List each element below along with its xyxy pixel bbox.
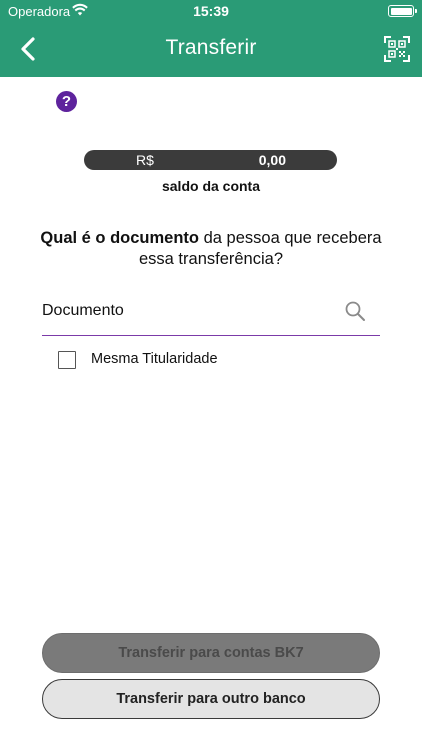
question-bold: Qual é o documento xyxy=(40,229,200,247)
status-time: 15:39 xyxy=(193,3,229,19)
qr-code-icon[interactable] xyxy=(384,36,410,62)
same-owner-label: Mesma Titularidade xyxy=(91,351,218,367)
battery-icon xyxy=(388,5,417,17)
document-input[interactable] xyxy=(42,296,332,326)
transfer-other-bank-button[interactable]: Transferir para outro banco xyxy=(42,679,380,719)
search-icon[interactable] xyxy=(344,300,366,322)
header: Operadora 15:39 Transferir xyxy=(0,0,422,77)
document-field xyxy=(42,296,380,336)
balance-bar: R$ 0,00 xyxy=(84,150,337,170)
balance-label: saldo da conta xyxy=(161,178,261,194)
battery-level xyxy=(390,7,412,15)
help-icon[interactable]: ? xyxy=(56,91,77,112)
transfer-screen: Operadora 15:39 Transferir ? R$ 0,00 sal… xyxy=(0,0,422,750)
transfer-bk7-button[interactable]: Transferir para contas BK7 xyxy=(42,633,380,673)
page-title: Transferir xyxy=(165,36,257,59)
status-bar: Operadora 15:39 xyxy=(0,0,422,22)
document-question: Qual é o documento da pessoa que receber… xyxy=(40,228,382,270)
same-owner-checkbox[interactable] xyxy=(58,351,76,369)
balance-value: 0,00 xyxy=(258,152,286,168)
balance-currency: R$ xyxy=(136,152,154,168)
